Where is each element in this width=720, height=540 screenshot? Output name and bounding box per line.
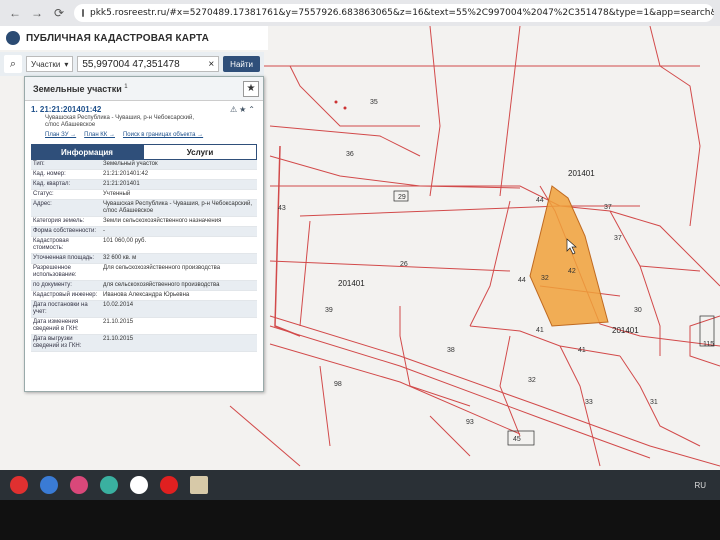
- parcel-label: 30: [634, 307, 642, 314]
- result-count: 1: [124, 83, 128, 90]
- parcel-label: 42: [568, 268, 576, 275]
- table-row: Дата постановки на учет: 10.02.2014: [31, 301, 257, 318]
- panel-title: Земельные участки 1: [33, 83, 128, 94]
- browser-toolbar: ← → ⟳ pkk5.rosreestr.ru/#x=5270489.17381…: [0, 0, 720, 26]
- parcel-label: 38: [447, 347, 455, 354]
- parcel-label: 31: [650, 399, 658, 406]
- parcel-label: 115: [703, 341, 714, 348]
- app-header: ПУБЛИЧНАЯ КАДАСТРОВАЯ КАРТА: [0, 26, 268, 50]
- object-type-select[interactable]: Участки ▾: [26, 56, 74, 72]
- table-row: Адрес: Чувашская Республика - Чувашия, р-…: [31, 200, 257, 217]
- result-panel: Земельные участки 1 ★ 1. 21:21:201401:42…: [24, 76, 264, 392]
- os-taskbar: RU: [0, 470, 720, 500]
- list-item[interactable]: 1. 21:21:201401:42 ⚠★⌃ Чувашская Республ…: [25, 101, 263, 142]
- parcel-label: 44: [518, 277, 526, 284]
- rosreestr-logo-icon: [6, 31, 20, 45]
- app-title: ПУБЛИЧНАЯ КАДАСТРОВАЯ КАРТА: [26, 32, 210, 44]
- table-row: Кадастровая стоимость: 101 060,00 руб.: [31, 237, 257, 254]
- item-actions-icon[interactable]: ⚠★⌃: [230, 105, 257, 114]
- parcel-label: 44: [536, 197, 544, 204]
- favorites-button[interactable]: ★: [243, 80, 259, 97]
- parcel-label: 35: [370, 99, 378, 106]
- clear-icon[interactable]: ×: [208, 59, 214, 70]
- reload-icon[interactable]: ⟳: [52, 6, 66, 20]
- quarter-label: 201401: [568, 169, 595, 178]
- parcel-label: 93: [466, 419, 474, 426]
- plan-kk-link[interactable]: План КК →: [84, 132, 115, 138]
- table-row: Кад. квартал: 21:21:201401: [31, 180, 257, 190]
- table-row: Категория земель: Земли сельскохозяйствен…: [31, 217, 257, 227]
- table-row: Кадастровый инженер: Иванова Александра Ю…: [31, 291, 257, 301]
- back-icon[interactable]: ←: [8, 6, 22, 20]
- table-row: Кад. номер: 21:21:201401:42: [31, 170, 257, 180]
- table-row: Тип: Земельный участок: [31, 160, 257, 170]
- monitor-bezel: [0, 500, 720, 540]
- object-type-label: Участки: [31, 59, 61, 69]
- table-row: Дата изменения сведений в ГКН: 21.10.2015: [31, 318, 257, 335]
- quarter-label: 201401: [612, 326, 639, 335]
- address-bar[interactable]: pkk5.rosreestr.ru/#x=5270489.17381761&y=…: [74, 4, 714, 22]
- url-text: pkk5.rosreestr.ru/#x=5270489.17381761&y=…: [90, 8, 714, 18]
- parcel-label: 39: [325, 307, 333, 314]
- parcel-number[interactable]: 1. 21:21:201401:42: [31, 105, 101, 114]
- table-row: Уточненная площадь: 32 600 кв. м: [31, 254, 257, 264]
- parcel-label: 32: [528, 377, 536, 384]
- parcel-label: 36: [346, 151, 354, 158]
- lock-icon: [82, 9, 84, 17]
- parcel-label: 33: [585, 399, 593, 406]
- table-row: по документу: для сельскохозяйственного п…: [31, 281, 257, 291]
- parcel-label: 32: [541, 275, 549, 282]
- panel-header: Земельные участки 1 ★: [25, 77, 263, 101]
- parcel-label: 41: [578, 347, 586, 354]
- search-in-bounds-link[interactable]: Поиск в границах объекта →: [123, 132, 203, 138]
- table-row: Дата выгрузки сведений из ГКН: 21.10.2015: [31, 335, 257, 352]
- parcel-label: 29: [398, 194, 406, 201]
- search-icon[interactable]: ⌕: [4, 55, 22, 73]
- plan-zu-link[interactable]: План ЗУ →: [45, 132, 76, 138]
- chrome-icon[interactable]: [10, 476, 28, 494]
- search-bar: ⌕ Участки ▾ 55,997004 47,351478 × Найти: [0, 52, 264, 76]
- table-row: Статус: Учтенный: [31, 190, 257, 200]
- yandex-icon[interactable]: [130, 476, 148, 494]
- parcel-label: 26: [400, 261, 408, 268]
- app-icon[interactable]: [70, 476, 88, 494]
- opera-icon[interactable]: [160, 476, 178, 494]
- chevron-down-icon: ▾: [64, 59, 69, 69]
- forward-icon[interactable]: →: [30, 6, 44, 20]
- files-icon[interactable]: [190, 476, 208, 494]
- parcel-label: 37: [604, 204, 612, 211]
- item-address: Чувашская Республика - Чувашия, р-н Чебо…: [45, 115, 195, 128]
- photos-icon[interactable]: [40, 476, 58, 494]
- table-row: Разрешенное использование: Для сельскохоз…: [31, 264, 257, 281]
- search-input[interactable]: 55,997004 47,351478 ×: [77, 56, 220, 72]
- panel-tabs: Информация Услуги: [31, 144, 257, 160]
- quarter-label: 201401: [338, 279, 365, 288]
- parcel-label: 45: [513, 436, 521, 443]
- tab-services[interactable]: Услуги: [143, 144, 257, 160]
- search-input-value: 55,997004 47,351478: [82, 58, 180, 70]
- find-button[interactable]: Найти: [223, 56, 260, 72]
- parcel-label: 37: [614, 235, 622, 242]
- parcel-label: 98: [334, 381, 342, 388]
- table-row: Форма собственности: -: [31, 227, 257, 237]
- property-table: Тип: Земельный участок Кад. номер: 21:21:2…: [31, 160, 257, 352]
- parcel-label: 43: [278, 205, 286, 212]
- settings-icon[interactable]: [100, 476, 118, 494]
- parcel-label: 41: [536, 327, 544, 334]
- tab-info[interactable]: Информация: [31, 144, 143, 160]
- language-indicator[interactable]: RU: [694, 481, 706, 490]
